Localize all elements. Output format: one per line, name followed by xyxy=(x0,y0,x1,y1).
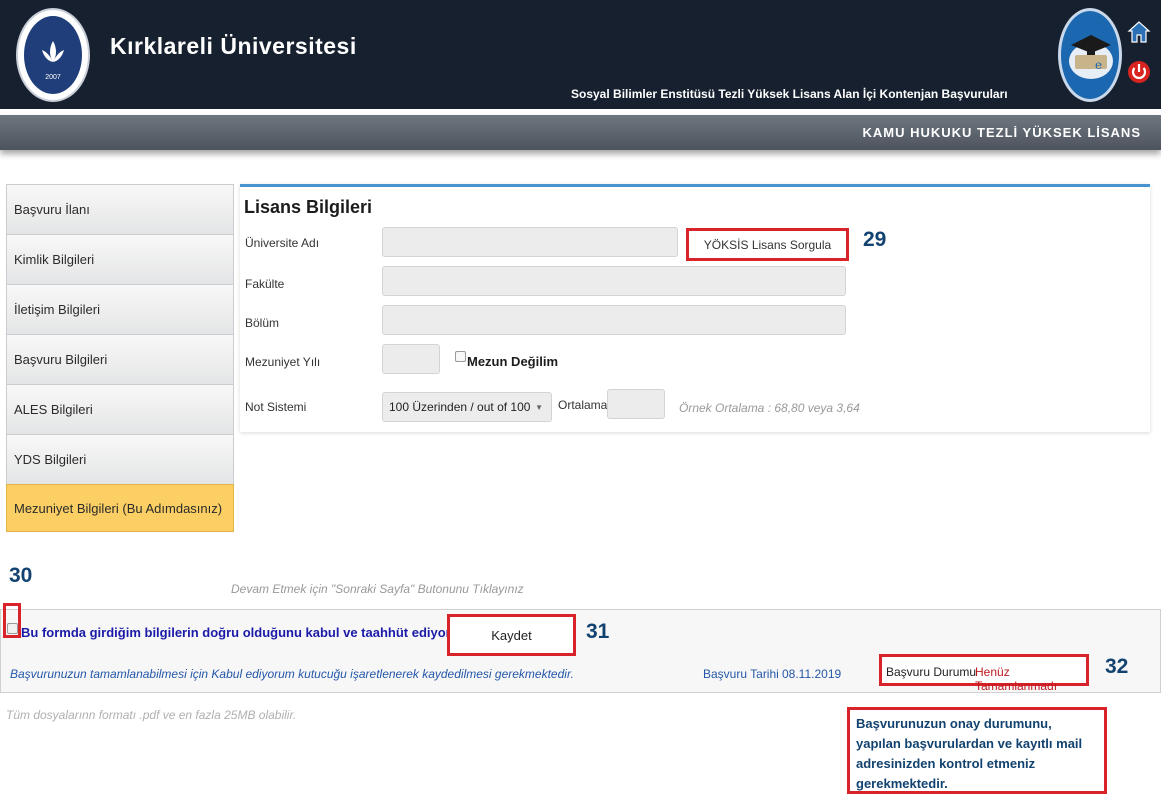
agree-statement: Bu formda girdiğim bilgilerin doğru oldu… xyxy=(21,625,474,640)
average-input[interactable] xyxy=(607,389,665,419)
sidebar-item-ales[interactable]: ALES Bilgileri xyxy=(6,384,234,434)
grade-system-select[interactable]: 100 Üzerinden / out of 100 ▼ xyxy=(382,392,552,422)
annotation-number-30: 30 xyxy=(9,564,33,587)
sidebar-item-label: İletişim Bilgileri xyxy=(14,302,100,317)
svg-text:e: e xyxy=(1095,58,1102,72)
e-learning-globe-icon[interactable]: e xyxy=(1058,8,1122,102)
faculty-label: Fakülte xyxy=(245,277,285,291)
sidebar-item-label: Başvuru Bilgileri xyxy=(14,352,108,367)
header-subtitle: Sosyal Bilimler Enstitüsü Tezli Yüksek L… xyxy=(571,87,1008,101)
approval-notice: Başvurunuzun onay durumunu, yapılan başv… xyxy=(847,707,1107,794)
yoksis-query-button[interactable]: YÖKSİS Lisans Sorgula xyxy=(686,228,849,261)
sidebar-nav: Başvuru İlanı Kimlik Bilgileri İletişim … xyxy=(6,184,234,532)
agree-checkbox[interactable] xyxy=(7,623,18,634)
app-header: 2007 Kırklareli Üniversitesi Sosyal Bili… xyxy=(0,0,1161,109)
logo-year: 2007 xyxy=(45,74,61,81)
graduation-year-input[interactable] xyxy=(382,344,440,374)
not-graduated-label: Mezun Değilim xyxy=(467,354,559,369)
annotation-number-32: 32 xyxy=(1105,655,1129,678)
file-format-note: Tüm dosyalarınn formatı .pdf ve en fazla… xyxy=(6,708,297,722)
application-status-value: Henüz Tamamlanmadı xyxy=(975,665,1058,693)
university-input[interactable] xyxy=(382,227,678,257)
not-graduated-checkbox[interactable] xyxy=(455,351,466,362)
university-name: Kırklareli Üniversitesi xyxy=(110,33,357,59)
application-date-value: 08.11.2019 xyxy=(782,667,842,681)
sidebar-item-application-info[interactable]: Başvuru Bilgileri xyxy=(6,334,234,384)
sidebar-item-label: Mezuniyet Bilgileri (Bu Adımdasınız) xyxy=(14,500,223,516)
sidebar-item-application-notice[interactable]: Başvuru İlanı xyxy=(6,184,234,234)
home-icon[interactable] xyxy=(1127,20,1151,44)
sidebar-item-yds[interactable]: YDS Bilgileri xyxy=(6,434,234,484)
average-label: Ortalama xyxy=(558,398,608,412)
annotation-number-29: 29 xyxy=(863,228,887,251)
application-status-box: Başvuru Durumu Henüz Tamamlanmadı xyxy=(879,654,1089,693)
application-status-label: Başvuru Durumu xyxy=(886,665,977,679)
sidebar-item-contact[interactable]: İletişim Bilgileri xyxy=(6,284,234,334)
panel-title: Lisans Bilgileri xyxy=(244,197,373,217)
graduation-year-label: Mezuniyet Yılı xyxy=(245,355,321,369)
logo-emblem: 2007 xyxy=(24,16,82,94)
save-button[interactable]: Kaydet xyxy=(447,614,576,656)
undergraduate-info-panel: Lisans Bilgileri Üniversite Adı YÖKSİS L… xyxy=(240,184,1150,432)
lotus-icon xyxy=(42,41,64,62)
sidebar-item-graduation[interactable]: Mezuniyet Bilgileri (Bu Adımdasınız) xyxy=(6,484,234,532)
power-icon[interactable] xyxy=(1127,58,1151,84)
grade-system-label: Not Sistemi xyxy=(245,400,307,414)
chevron-down-icon: ▼ xyxy=(535,403,543,412)
sidebar-item-label: Kimlik Bilgileri xyxy=(14,252,95,267)
example-average-hint: Örnek Ortalama : 68,80 veya 3,64 xyxy=(679,401,860,415)
continue-hint: Devam Etmek için "Sonraki Sayfa" Butonun… xyxy=(231,582,524,596)
annotation-number-31: 31 xyxy=(586,620,610,643)
sidebar-item-label: Başvuru İlanı xyxy=(14,202,90,217)
grade-system-value: 100 Üzerinden / out of 100 xyxy=(389,400,531,414)
application-date-label: Başvuru Tarihi xyxy=(703,667,779,681)
sidebar-item-label: YDS Bilgileri xyxy=(14,452,87,467)
department-input[interactable] xyxy=(382,305,846,335)
department-label: Bölüm xyxy=(245,316,280,330)
university-logo[interactable]: 2007 xyxy=(16,8,90,102)
program-bar: KAMU HUKUKU TEZLİ YÜKSEK LİSANS xyxy=(0,115,1161,150)
university-label: Üniversite Adı xyxy=(245,236,320,250)
completion-info: Başvurunuzun tamamlanabilmesi için Kabul… xyxy=(10,667,574,681)
program-name: KAMU HUKUKU TEZLİ YÜKSEK LİSANS xyxy=(862,125,1141,140)
sidebar-item-identity[interactable]: Kimlik Bilgileri xyxy=(6,234,234,284)
sidebar-item-label: ALES Bilgileri xyxy=(14,402,93,417)
faculty-input[interactable] xyxy=(382,266,846,296)
